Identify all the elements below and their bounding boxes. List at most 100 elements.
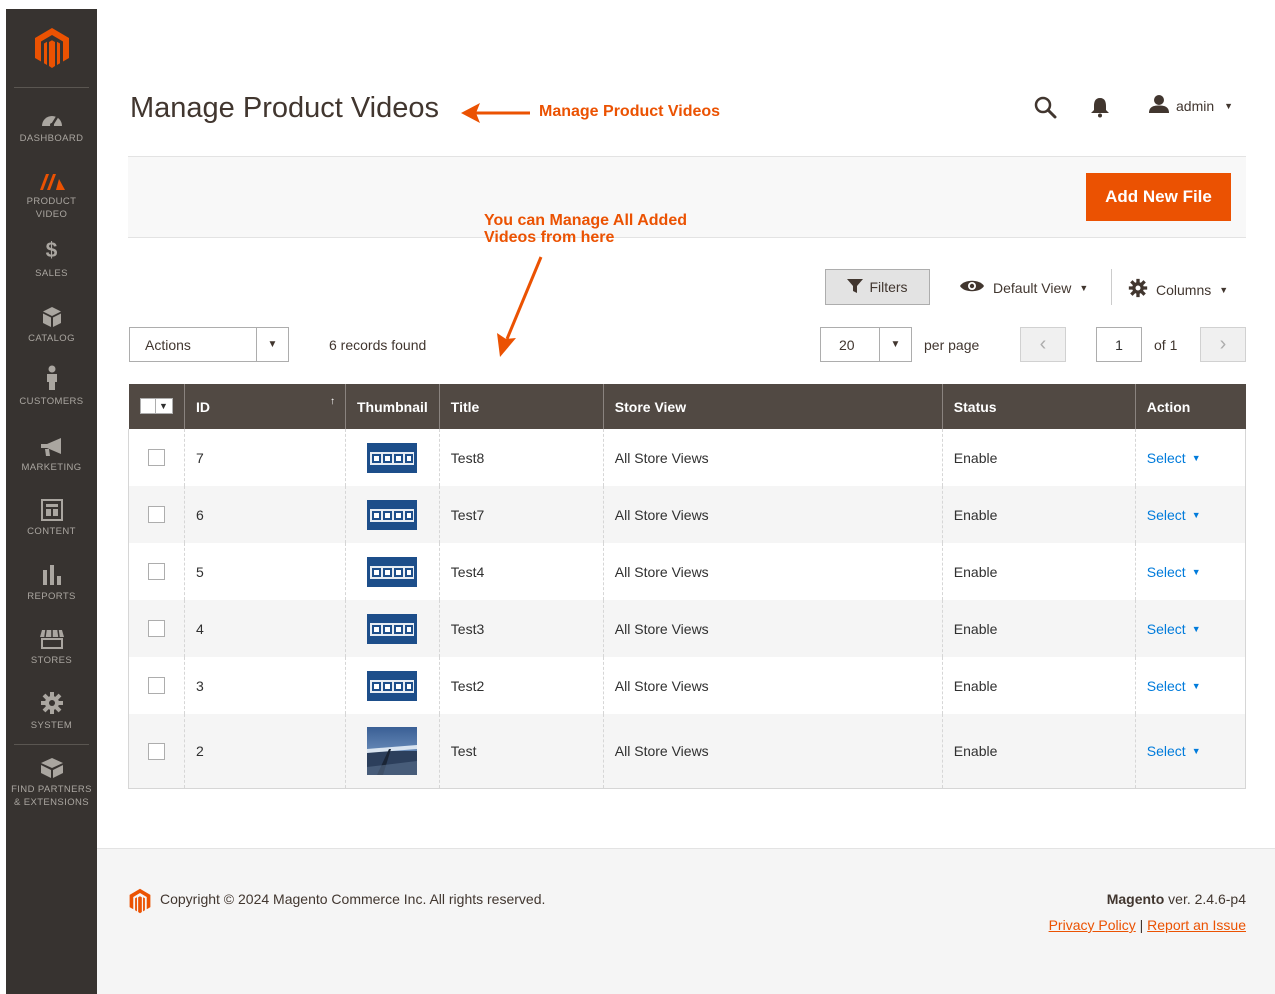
current-page-input[interactable]: [1096, 327, 1142, 362]
grid-annotation-line: You can Manage All Added: [484, 212, 687, 229]
nav-divider: [14, 744, 89, 745]
nav-label: VIDEO: [35, 209, 68, 220]
default-view-dropdown[interactable]: Default View ▼: [959, 278, 1088, 297]
filters-button[interactable]: Filters: [825, 269, 930, 305]
row-checkbox[interactable]: [148, 742, 165, 760]
nav-reports[interactable]: REPORTS: [6, 562, 97, 603]
column-header-store-view[interactable]: Store View: [603, 384, 943, 429]
nav-label: MARKETING: [21, 462, 82, 473]
nav-sales[interactable]: $ SALES: [6, 239, 97, 280]
nav-system[interactable]: SYSTEM: [6, 691, 97, 732]
column-header-title[interactable]: Title: [439, 384, 604, 429]
records-found: 6 records found: [329, 337, 427, 353]
row-action-select[interactable]: Select ▼: [1147, 507, 1201, 523]
thumbnail-cell: [345, 486, 440, 543]
table-row: 6 Test7 All Store Views Enable Select ▼: [128, 486, 1246, 543]
table-row: 2 Test All Store Views Enable Select ▼: [128, 714, 1246, 788]
product-video-icon: [6, 167, 97, 191]
cube-icon: [6, 304, 97, 328]
nav-dashboard[interactable]: DASHBOARD: [6, 104, 97, 145]
column-header-thumbnail[interactable]: Thumbnail: [345, 384, 440, 429]
table-row: 3 Test2 All Store Views Enable Select ▼: [128, 657, 1246, 714]
nav-content[interactable]: CONTENT: [6, 497, 97, 538]
row-action-select[interactable]: Select ▼: [1147, 450, 1201, 466]
per-page-value: 20: [839, 337, 855, 353]
page-count: of 1: [1154, 337, 1178, 353]
columns-dropdown[interactable]: Columns ▼: [1128, 278, 1228, 301]
nav-label: CUSTOMERS: [19, 396, 84, 407]
title-cell: Test8: [439, 429, 604, 486]
row-checkbox[interactable]: [148, 620, 165, 638]
per-page-select[interactable]: 20 ▼: [820, 327, 912, 362]
column-header-status[interactable]: Status: [942, 384, 1136, 429]
column-label: Thumbnail: [357, 398, 428, 415]
checkbox-box: [141, 399, 155, 413]
row-action-select[interactable]: Select ▼: [1147, 564, 1201, 580]
row-checkbox[interactable]: [148, 563, 165, 581]
photo-thumbnail[interactable]: [367, 726, 418, 775]
mass-select-checkbox[interactable]: ▼: [139, 397, 173, 414]
add-new-file-button[interactable]: Add New File: [1086, 173, 1231, 221]
title-cell: Test: [439, 714, 604, 788]
id-cell: 7: [184, 429, 346, 486]
thumbnail-cell: [345, 600, 440, 657]
demo-thumbnail[interactable]: [367, 556, 418, 587]
magento-logo-icon: [129, 888, 151, 919]
grid-annotation-line: Videos from here: [484, 229, 615, 246]
nav-divider: [14, 87, 89, 88]
chevron-down-icon: ▼: [1079, 282, 1089, 293]
nav-catalog[interactable]: CATALOG: [6, 304, 97, 345]
chevron-down-icon: ▼: [1224, 100, 1234, 111]
notifications-bell-icon[interactable]: [1090, 96, 1110, 123]
nav-find-partners[interactable]: FIND PARTNERS & EXTENSIONS: [6, 755, 97, 809]
report-issue-link[interactable]: Report an Issue: [1147, 917, 1246, 933]
per-page-label: per page: [924, 337, 980, 353]
demo-thumbnail[interactable]: [367, 670, 418, 701]
mass-actions-select[interactable]: Actions ▼: [129, 327, 289, 362]
filters-label: Filters: [869, 279, 908, 295]
admin-user-menu[interactable]: admin ▼: [1148, 94, 1233, 117]
row-select-cell: [128, 600, 185, 657]
chevron-down-icon: ▼: [1191, 566, 1201, 577]
row-checkbox[interactable]: [148, 677, 165, 695]
id-cell: 3: [184, 657, 346, 714]
default-view-label: Default View: [993, 279, 1072, 296]
nav-label: SYSTEM: [30, 720, 73, 731]
action-cell: Select ▼: [1135, 600, 1246, 657]
row-checkbox[interactable]: [148, 449, 165, 467]
row-action-select[interactable]: Select ▼: [1147, 678, 1201, 694]
column-header-id[interactable]: ID ↑: [184, 384, 346, 429]
previous-page-button[interactable]: ‹: [1020, 327, 1066, 362]
action-label: Select: [1146, 449, 1186, 466]
thumbnail-cell: [345, 429, 440, 486]
demo-thumbnail[interactable]: [367, 442, 418, 473]
nav-label: DASHBOARD: [19, 133, 84, 144]
magento-logo-icon[interactable]: [6, 9, 97, 87]
table-row: 5 Test4 All Store Views Enable Select ▼: [128, 543, 1246, 600]
demo-thumbnail[interactable]: [367, 499, 418, 530]
demo-thumbnail[interactable]: [367, 613, 418, 644]
thumbnail-cell: [345, 714, 440, 788]
next-page-button[interactable]: ›: [1200, 327, 1246, 362]
row-action-select[interactable]: Select ▼: [1147, 621, 1201, 637]
chevron-down-icon: ▼: [1191, 623, 1201, 634]
nav-marketing[interactable]: MARKETING: [6, 433, 97, 474]
actions-label: Actions: [145, 337, 191, 353]
link-separator: |: [1139, 917, 1144, 933]
nav-label: PRODUCT: [26, 196, 77, 207]
nav-product-video[interactable]: PRODUCT VIDEO: [6, 167, 97, 221]
toolbar-divider: [1111, 269, 1112, 305]
nav-stores[interactable]: STORES: [6, 626, 97, 667]
version-text: ver. 2.4.6-p4: [1168, 891, 1246, 907]
privacy-policy-link[interactable]: Privacy Policy: [1049, 917, 1136, 933]
column-label: ID: [196, 398, 210, 415]
title-cell: Test7: [439, 486, 604, 543]
row-select-cell: [128, 714, 185, 788]
search-icon[interactable]: [1033, 95, 1057, 124]
row-checkbox[interactable]: [148, 506, 165, 524]
chevron-down-icon: ▼: [1219, 284, 1229, 295]
nav-customers[interactable]: CUSTOMERS: [6, 365, 97, 408]
row-action-select[interactable]: Select ▼: [1147, 743, 1201, 759]
dollar-icon: $: [45, 239, 58, 262]
nav-label: & EXTENSIONS: [13, 797, 89, 808]
